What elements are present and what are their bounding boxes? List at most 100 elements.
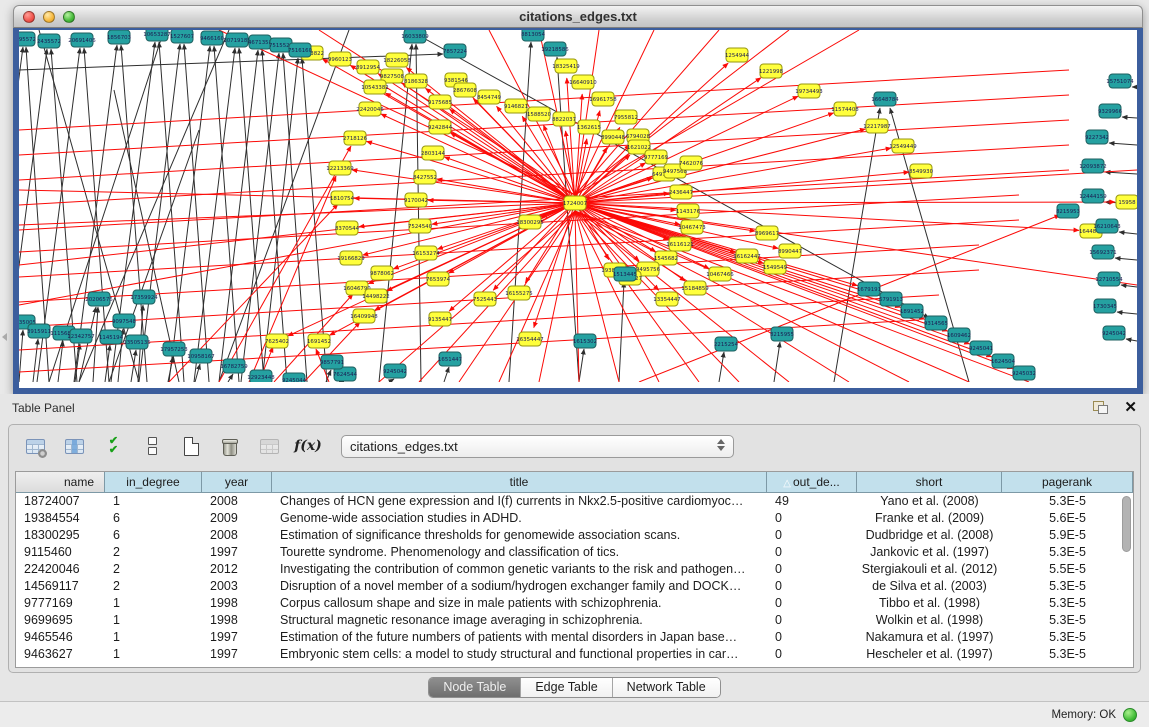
cell-pagerank[interactable]: 5.3E-5 <box>1002 493 1133 510</box>
cell-pagerank[interactable]: 5.9E-5 <box>1002 527 1133 544</box>
rows-icon[interactable] <box>140 434 164 458</box>
cell-in_degree[interactable]: 2 <box>105 578 202 595</box>
cell-pagerank[interactable]: 5.3E-5 <box>1002 544 1133 561</box>
close-panel-icon[interactable]: ✕ <box>1124 401 1137 414</box>
cell-pagerank[interactable]: 5.6E-5 <box>1002 510 1133 527</box>
table-row[interactable]: 969969511998Structural magnetic resonanc… <box>16 612 1133 629</box>
table-settings-icon[interactable] <box>23 434 47 458</box>
cell-title[interactable]: Investigating the contribution of common… <box>272 561 767 578</box>
cell-title[interactable]: Tourette syndrome. Phenomenology and cla… <box>272 544 767 561</box>
tab-node-table[interactable]: Node Table <box>429 678 521 697</box>
cell-short[interactable]: Hescheler et al. (1997) <box>857 646 1002 663</box>
cell-year[interactable]: 2003 <box>202 578 272 595</box>
cell-name[interactable]: 9115460 <box>16 544 105 561</box>
cell-out_degree[interactable]: 0 <box>767 561 857 578</box>
table-row[interactable]: 2242004622012Investigating the contribut… <box>16 561 1133 578</box>
cell-title[interactable]: Corpus callosum shape and size in male p… <box>272 595 767 612</box>
cell-pagerank[interactable]: 5.3E-5 <box>1002 612 1133 629</box>
cell-out_degree[interactable]: 0 <box>767 510 857 527</box>
table-scrollbar[interactable] <box>1122 496 1131 663</box>
minimize-window-icon[interactable] <box>43 11 55 23</box>
table-row[interactable]: 1938455462009Genome-wide association stu… <box>16 510 1133 527</box>
column-header-year[interactable]: year <box>202 472 272 493</box>
cell-name[interactable]: 9465546 <box>16 629 105 646</box>
cell-year[interactable]: 2008 <box>202 493 272 510</box>
cell-year[interactable]: 2008 <box>202 527 272 544</box>
table-row[interactable]: 911546021997Tourette syndrome. Phenomeno… <box>16 544 1133 561</box>
cell-name[interactable]: 9699695 <box>16 612 105 629</box>
cell-in_degree[interactable]: 6 <box>105 527 202 544</box>
column-header-in_degree[interactable]: in_degree <box>105 472 202 493</box>
function-builder-icon[interactable]: f(x) <box>296 434 320 458</box>
window-titlebar[interactable]: citations_edges.txt <box>13 5 1143 28</box>
memory-ok-icon[interactable] <box>1123 708 1137 722</box>
cell-name[interactable]: 22420046 <box>16 561 105 578</box>
cell-name[interactable]: 9777169 <box>16 595 105 612</box>
new-file-icon[interactable] <box>179 434 203 458</box>
column-visibility-icon[interactable] <box>62 434 86 458</box>
cell-out_degree[interactable]: 0 <box>767 527 857 544</box>
zoom-window-icon[interactable] <box>63 11 75 23</box>
table-row[interactable]: 1830029562008Estimation of significance … <box>16 527 1133 544</box>
cell-out_degree[interactable]: 0 <box>767 578 857 595</box>
cell-in_degree[interactable]: 1 <box>105 629 202 646</box>
tab-edge-table[interactable]: Edge Table <box>521 678 612 697</box>
cell-in_degree[interactable]: 1 <box>105 595 202 612</box>
cell-pagerank[interactable]: 5.3E-5 <box>1002 595 1133 612</box>
cell-short[interactable]: de Silva et al. (2003) <box>857 578 1002 595</box>
cell-year[interactable]: 1997 <box>202 646 272 663</box>
cell-year[interactable]: 2012 <box>202 561 272 578</box>
cell-short[interactable]: Tibbo et al. (1998) <box>857 595 1002 612</box>
collapsed-panel-arrow-icon[interactable] <box>2 333 7 341</box>
cell-in_degree[interactable]: 6 <box>105 510 202 527</box>
cell-short[interactable]: Nakamura et al. (1997) <box>857 629 1002 646</box>
cell-in_degree[interactable]: 1 <box>105 612 202 629</box>
column-header-title[interactable]: title <box>272 472 767 493</box>
cell-in_degree[interactable]: 2 <box>105 544 202 561</box>
column-header-pagerank[interactable]: pagerank <box>1002 472 1133 493</box>
cell-short[interactable]: Jankovic et al. (1997) <box>857 544 1002 561</box>
cell-short[interactable]: Wolkin et al. (1998) <box>857 612 1002 629</box>
close-window-icon[interactable] <box>23 11 35 23</box>
cell-pagerank[interactable]: 5.3E-5 <box>1002 629 1133 646</box>
table-row[interactable]: 977716911998Corpus callosum shape and si… <box>16 595 1133 612</box>
cell-name[interactable]: 18724007 <box>16 493 105 510</box>
column-header-name[interactable]: name <box>16 472 105 493</box>
cell-name[interactable]: 14569117 <box>16 578 105 595</box>
cell-in_degree[interactable]: 1 <box>105 646 202 663</box>
cell-title[interactable]: Estimation of significance thresholds fo… <box>272 527 767 544</box>
scrollbar-thumb[interactable] <box>1122 496 1131 552</box>
row-select-icon[interactable]: ✔✔ <box>101 434 125 458</box>
cell-title[interactable]: Estimation of the future numbers of pati… <box>272 629 767 646</box>
cell-out_degree[interactable]: 0 <box>767 646 857 663</box>
table-selector-dropdown[interactable]: citations_edges.txt <box>341 435 734 458</box>
delete-icon[interactable] <box>218 434 242 458</box>
cell-pagerank[interactable]: 5.5E-5 <box>1002 561 1133 578</box>
cell-short[interactable]: Dudbridge et al. (2008) <box>857 527 1002 544</box>
table-row[interactable]: 1456911722003Disruption of a novel membe… <box>16 578 1133 595</box>
cell-out_degree[interactable]: 0 <box>767 595 857 612</box>
cell-title[interactable]: Genome-wide association studies in ADHD. <box>272 510 767 527</box>
cell-name[interactable]: 18300295 <box>16 527 105 544</box>
column-header-short[interactable]: short <box>857 472 1002 493</box>
cell-title[interactable]: Changes of HCN gene expression and I(f) … <box>272 493 767 510</box>
cell-in_degree[interactable]: 2 <box>105 561 202 578</box>
cell-in_degree[interactable]: 1 <box>105 493 202 510</box>
cell-name[interactable]: 9463627 <box>16 646 105 663</box>
cell-title[interactable]: Embryonic stem cells: a model to study s… <box>272 646 767 663</box>
column-header-out_degree[interactable]: △out_de... <box>767 472 857 493</box>
cell-short[interactable]: Stergiakouli et al. (2012) <box>857 561 1002 578</box>
cell-year[interactable]: 2009 <box>202 510 272 527</box>
table-row[interactable]: 946554611997Estimation of the future num… <box>16 629 1133 646</box>
cell-out_degree[interactable]: 0 <box>767 629 857 646</box>
cell-name[interactable]: 19384554 <box>16 510 105 527</box>
cell-year[interactable]: 1997 <box>202 629 272 646</box>
cell-title[interactable]: Structural magnetic resonance image aver… <box>272 612 767 629</box>
float-window-icon[interactable] <box>1093 401 1108 414</box>
cell-out_degree[interactable]: 0 <box>767 612 857 629</box>
cell-year[interactable]: 1998 <box>202 612 272 629</box>
network-canvas[interactable]: 1724007746382299601238912954182260589827… <box>19 30 1137 382</box>
table-row[interactable]: 946362711997Embryonic stem cells: a mode… <box>16 646 1133 663</box>
cell-out_degree[interactable]: 49 <box>767 493 857 510</box>
tab-network-table[interactable]: Network Table <box>613 678 720 697</box>
